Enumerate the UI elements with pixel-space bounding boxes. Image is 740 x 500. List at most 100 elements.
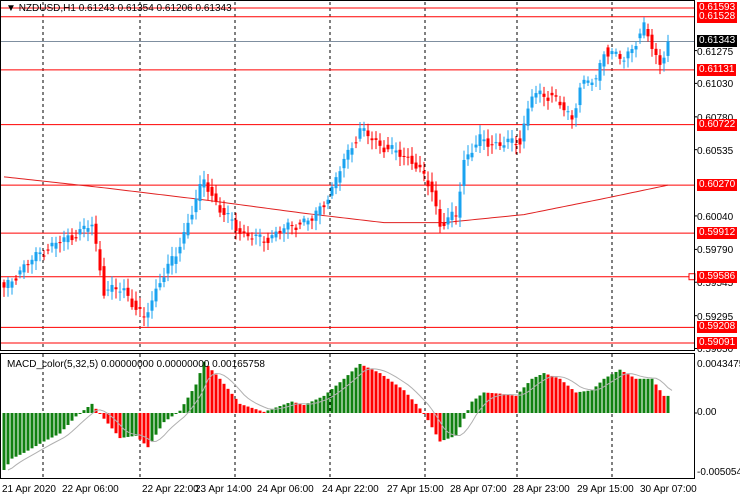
price-tick: 0.61275 xyxy=(697,46,734,58)
candle xyxy=(438,199,442,233)
collapse-triangle-icon[interactable]: ▼ xyxy=(6,3,16,14)
candle xyxy=(46,243,50,255)
chart-title: ▼ NZDUSD,H1 0.61243 0.61354 0.61206 0.61… xyxy=(6,3,232,14)
symbol-label: NZDUSD,H1 xyxy=(18,3,76,14)
macd-bar xyxy=(22,413,26,453)
candle xyxy=(430,172,434,202)
macd-bar xyxy=(102,413,106,419)
candle xyxy=(398,141,402,166)
candle-body xyxy=(214,193,218,202)
macd-bar xyxy=(38,413,42,444)
candle xyxy=(210,178,214,203)
candle xyxy=(114,278,118,299)
candle-body xyxy=(222,208,226,215)
candle xyxy=(106,280,110,297)
candle-body xyxy=(542,93,546,97)
candle xyxy=(182,222,186,250)
candle xyxy=(186,213,190,239)
macd-bar xyxy=(430,413,434,428)
candle-body xyxy=(386,144,390,150)
macd-bar xyxy=(662,395,666,413)
candle-body xyxy=(626,51,630,59)
candle xyxy=(34,247,38,271)
candle-body xyxy=(362,128,366,131)
macd-bar xyxy=(510,395,514,413)
candle xyxy=(298,219,302,230)
macd-bar xyxy=(566,385,570,413)
macd-bar xyxy=(590,390,594,413)
macd-bar xyxy=(390,381,394,413)
candle-body xyxy=(618,54,622,59)
macd-bar xyxy=(174,413,178,414)
candle-body xyxy=(574,108,578,118)
candle-body xyxy=(586,80,590,83)
candle-body xyxy=(202,179,206,188)
macd-bar xyxy=(58,413,62,434)
candle-body xyxy=(22,264,26,273)
macd-bar xyxy=(54,413,58,436)
macd-bar xyxy=(338,382,342,413)
candle-body xyxy=(130,298,134,308)
candle xyxy=(622,56,626,69)
candle xyxy=(586,76,590,86)
macd-bar xyxy=(234,398,238,413)
level-label: 0.59912 xyxy=(697,227,738,240)
macd-bar xyxy=(410,399,414,413)
candle xyxy=(662,51,666,72)
candle xyxy=(274,226,278,242)
candle xyxy=(98,240,102,276)
macd-bar xyxy=(166,413,170,420)
candle-body xyxy=(242,231,246,234)
price-chart[interactable] xyxy=(0,0,740,500)
candle-body xyxy=(658,55,662,65)
macd-bar xyxy=(482,392,486,413)
candle xyxy=(198,175,202,210)
candle-body xyxy=(62,237,66,242)
candle-body xyxy=(346,149,350,160)
candle-body xyxy=(482,139,486,142)
macd-bar xyxy=(506,394,510,413)
candle xyxy=(286,218,290,239)
candle-body xyxy=(162,277,166,283)
candle-body xyxy=(454,215,458,217)
candle-body xyxy=(422,170,426,174)
candle-body xyxy=(106,289,110,291)
candle-body xyxy=(666,41,670,56)
macd-bar xyxy=(86,407,90,413)
candle-body xyxy=(178,246,182,254)
macd-bar xyxy=(646,378,650,413)
candle-body xyxy=(650,34,654,49)
candle xyxy=(446,207,450,230)
candle xyxy=(238,221,242,241)
candle-body xyxy=(390,145,394,149)
candle xyxy=(54,236,58,258)
candle xyxy=(498,133,502,151)
candle-body xyxy=(14,278,18,281)
candle xyxy=(470,143,474,162)
candle-body xyxy=(270,235,274,239)
candle-body xyxy=(638,33,642,39)
macd-bar xyxy=(154,413,158,435)
candle xyxy=(70,228,74,246)
level-label: 0.59091 xyxy=(697,336,738,349)
candle xyxy=(410,147,414,170)
macd-bar xyxy=(366,367,370,413)
candle xyxy=(142,307,146,327)
candles xyxy=(2,17,670,327)
candle xyxy=(246,226,250,241)
candle-body xyxy=(382,147,386,153)
candle-body xyxy=(122,288,126,291)
candle xyxy=(290,221,294,235)
date-tick: 24 Apr 22:00 xyxy=(322,484,379,495)
macd-bar xyxy=(98,413,102,414)
candle xyxy=(214,185,218,206)
candle xyxy=(374,131,378,150)
candle-body xyxy=(250,238,254,240)
candle-body xyxy=(86,228,90,232)
candle-body xyxy=(426,180,430,187)
candle-body xyxy=(642,22,646,36)
candle-body xyxy=(538,90,542,95)
macd-bar xyxy=(110,413,114,429)
macd-bar xyxy=(74,413,78,417)
candle xyxy=(270,230,274,243)
